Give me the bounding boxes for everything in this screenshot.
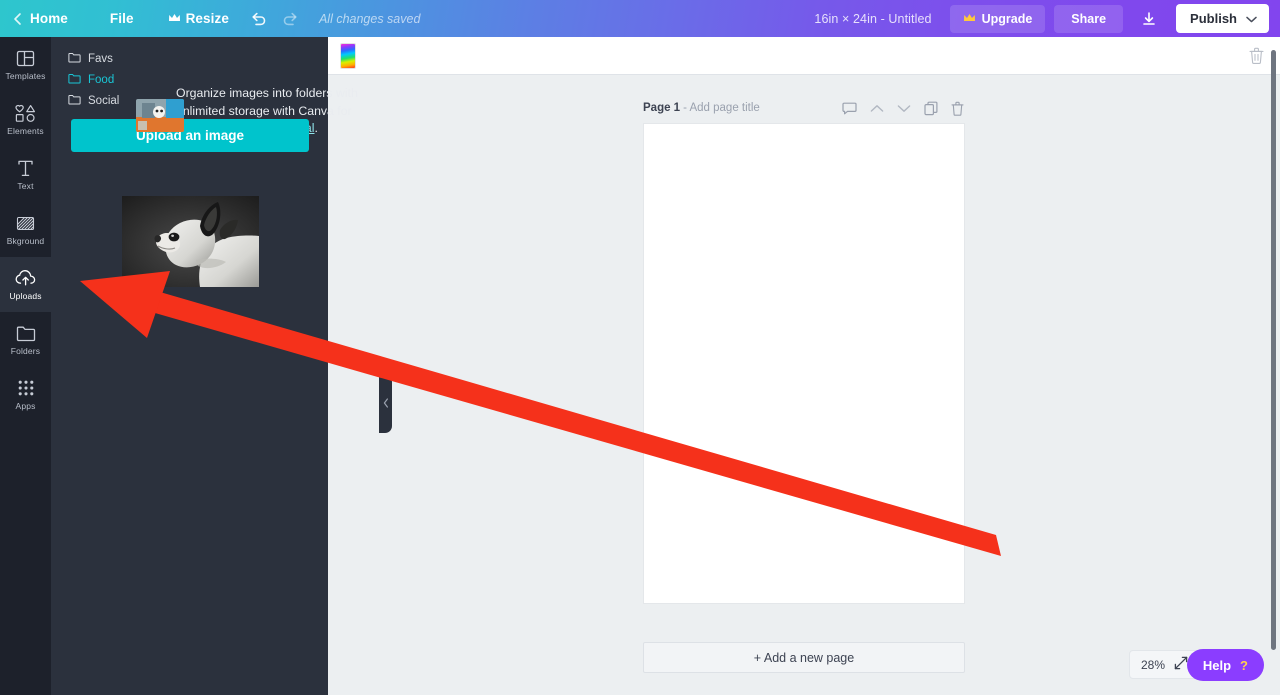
- folder-icon: [68, 94, 81, 108]
- promo-text-end: .: [314, 121, 318, 135]
- chevron-down-icon: [1246, 11, 1257, 26]
- sidebar-item-folders[interactable]: Folders: [0, 312, 51, 367]
- home-label: Home: [30, 11, 68, 26]
- upgrade-button[interactable]: Upgrade: [949, 4, 1046, 33]
- resize-label: Resize: [185, 11, 229, 26]
- header-right-group: 16in × 24in - Untitled Upgrade Share Pub…: [814, 0, 1280, 37]
- sidebar-item-templates[interactable]: Templates: [0, 37, 51, 92]
- rainbow-gradient-swatch[interactable]: [340, 42, 356, 69]
- redo-icon[interactable]: [275, 0, 307, 37]
- publish-label: Publish: [1190, 11, 1237, 26]
- chevron-up-icon[interactable]: [869, 100, 884, 116]
- sidebar-item-label: Elements: [7, 126, 44, 136]
- sidebar-item-label: Folders: [10, 346, 41, 356]
- share-label: Share: [1071, 11, 1107, 26]
- upgrade-label: Upgrade: [981, 11, 1033, 26]
- document-title[interactable]: 16in × 24in - Untitled: [814, 12, 949, 26]
- trash-icon[interactable]: [950, 100, 965, 116]
- expand-arrows-icon[interactable]: [1174, 656, 1188, 673]
- canvas-area: Page 1 - Add page title + Add a new page…: [328, 37, 1280, 695]
- text-icon: [17, 158, 34, 178]
- save-status-text: All changes saved: [318, 11, 421, 26]
- chevron-left-icon: [383, 395, 389, 413]
- apps-grid-icon: [17, 378, 35, 398]
- canvas-page-1[interactable]: [643, 123, 965, 604]
- question-mark-icon: ?: [1240, 657, 1248, 673]
- page-tool-group: [842, 100, 965, 116]
- sidebar-item-label: Templates: [5, 71, 46, 81]
- file-menu-button[interactable]: File: [90, 0, 154, 37]
- page-title-placeholder[interactable]: - Add page title: [680, 102, 760, 114]
- sidebar-item-uploads[interactable]: Uploads: [0, 257, 51, 312]
- duplicate-icon[interactable]: [923, 100, 938, 116]
- uploads-panel: Favs Food Social Organize images into fo…: [51, 37, 392, 695]
- page-header-row: Page 1 - Add page title: [643, 97, 965, 119]
- cloud-upload-icon: [15, 268, 37, 288]
- folder-icon: [16, 323, 36, 343]
- sidebar-item-label: Bkground: [6, 236, 45, 246]
- share-button[interactable]: Share: [1054, 4, 1124, 33]
- sidebar-item-text[interactable]: Text: [0, 147, 51, 202]
- top-header-bar: Home File Resize All changes saved 16in …: [0, 0, 1280, 37]
- sidebar-item-background[interactable]: Bkground: [0, 202, 51, 257]
- add-page-label: + Add a new page: [753, 650, 855, 665]
- uploaded-image-thumbnail[interactable]: [122, 196, 259, 287]
- background-icon: [16, 213, 35, 233]
- sidebar-item-label: Apps: [15, 401, 36, 411]
- folder-label: Food: [88, 73, 115, 86]
- french-bulldog-photo: [122, 196, 259, 287]
- sidebar-item-label: Text: [17, 181, 34, 191]
- folder-icon: [68, 73, 81, 87]
- canva-editor-window: Home File Resize All changes saved 16in …: [0, 0, 1280, 695]
- panel-collapse-handle[interactable]: [379, 375, 392, 433]
- sidebar-item-label: Uploads: [9, 291, 42, 301]
- context-toolbar: [328, 37, 1280, 75]
- chevron-down-icon[interactable]: [896, 100, 911, 116]
- left-tool-rail: Templates Elements Text Bkground Uploads: [0, 37, 51, 695]
- elements-icon: [15, 103, 36, 123]
- crown-icon: [168, 11, 181, 26]
- folder-item-favs[interactable]: Favs: [51, 48, 328, 69]
- download-icon[interactable]: [1131, 5, 1167, 33]
- resize-button[interactable]: Resize: [154, 0, 243, 37]
- upload-an-image-button[interactable]: Upload an image: [71, 119, 309, 152]
- publish-button[interactable]: Publish: [1176, 4, 1269, 33]
- note-icon[interactable]: [842, 100, 857, 116]
- add-new-page-button[interactable]: + Add a new page: [643, 642, 965, 673]
- chevron-left-icon[interactable]: [0, 0, 26, 37]
- page-title-text: Add page title: [689, 102, 760, 114]
- undo-icon[interactable]: [243, 0, 275, 37]
- file-label: File: [109, 11, 134, 26]
- page-number-label: Page 1: [643, 102, 681, 114]
- templates-icon: [16, 48, 35, 68]
- header-left-group: Home File Resize All changes saved: [0, 0, 420, 37]
- crown-icon: [963, 12, 976, 26]
- folder-label: Social: [88, 94, 120, 107]
- vertical-scrollbar[interactable]: [1271, 50, 1276, 650]
- sidebar-item-elements[interactable]: Elements: [0, 92, 51, 147]
- folder-icon: [68, 52, 81, 66]
- help-button[interactable]: Help ?: [1186, 649, 1264, 681]
- sidebar-item-apps[interactable]: Apps: [0, 367, 51, 422]
- dragged-image-preview: [136, 99, 184, 132]
- trash-icon[interactable]: [1249, 47, 1264, 64]
- folder-label: Favs: [88, 52, 113, 65]
- home-button[interactable]: Home: [26, 0, 90, 37]
- help-label: Help: [1202, 657, 1232, 673]
- zoom-level-value: 28%: [1140, 657, 1165, 672]
